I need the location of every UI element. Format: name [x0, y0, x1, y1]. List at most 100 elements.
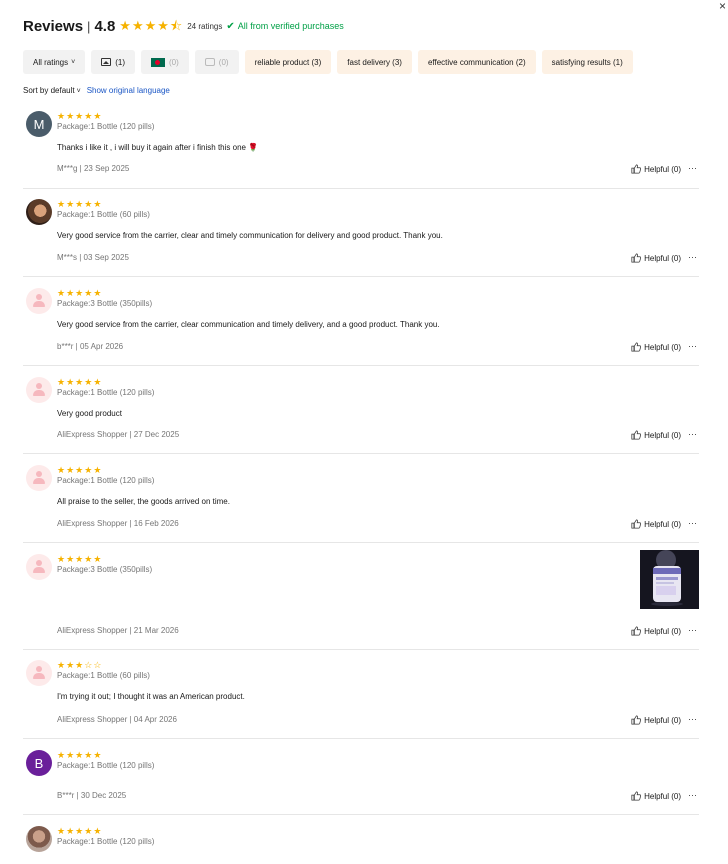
star-icon: ★ [75, 288, 84, 298]
tag-chip[interactable]: fast delivery (3) [337, 50, 412, 74]
product-bottle-photo [640, 550, 699, 609]
review-photo[interactable] [640, 550, 699, 609]
helpful-button[interactable]: Helpful (0) [631, 164, 681, 174]
review-meta: AliExpress Shopper | 04 Apr 2026 [57, 715, 177, 724]
star-icon: ★ [57, 554, 66, 564]
message-icon [204, 58, 215, 66]
helpful-button[interactable]: Helpful (0) [631, 626, 681, 636]
country-count: (0) [169, 57, 179, 67]
star-icon: ★ [57, 199, 66, 209]
helpful-count: Helpful (0) [644, 715, 681, 725]
star-icon: ★ [93, 377, 102, 387]
review-meta: AliExpress Shopper | 27 Dec 2025 [57, 430, 180, 439]
star-icon: ★ [93, 465, 102, 475]
rating-stars: ★ ★ ★ ☆ ☆ [57, 660, 102, 670]
bangladesh-flag-icon [151, 57, 165, 67]
review-meta: b***r | 05 Apr 2026 [57, 342, 124, 351]
tag-chip[interactable]: reliable product (3) [244, 50, 332, 74]
more-options-icon[interactable]: ··· [688, 163, 697, 173]
avatar: M [26, 111, 52, 137]
more-options-icon[interactable]: ··· [688, 518, 697, 528]
star-icon: ★ [84, 111, 93, 121]
close-icon[interactable]: × [719, 0, 726, 12]
star-icon: ★ [66, 288, 75, 298]
package-info: Package:3 Bottle (350pills) [57, 565, 153, 574]
star-icon: ★ [57, 111, 66, 121]
rating-stars: ★ ★ ★ ★ ★ [57, 750, 102, 760]
star-icon: ★ [93, 554, 102, 564]
review-meta: M***g | 23 Sep 2025 [57, 164, 130, 173]
star-icon: ★ [144, 18, 157, 33]
star-icon: ★ [84, 199, 93, 209]
sort-dropdown[interactable]: Sort by default ˅ [23, 86, 81, 95]
filter-with-comments[interactable]: (0) [194, 50, 239, 74]
more-options-icon[interactable]: ··· [688, 625, 697, 635]
star-icon: ★ [93, 826, 102, 836]
average-stars: ★ ★ ★ ★ ⯪ [119, 19, 183, 33]
tag-chip[interactable]: satisfying results (1) [541, 50, 633, 74]
star-icon: ★ [66, 554, 75, 564]
thumbs-up-icon [631, 342, 642, 352]
comments-count: (0) [218, 57, 229, 67]
empty-star-icon: ☆ [84, 660, 93, 670]
all-ratings-label: All ratings [33, 57, 69, 67]
review-text: All praise to the seller, the goods arri… [57, 497, 230, 506]
package-info: Package:1 Bottle (120 pills) [57, 837, 155, 846]
avatar [26, 826, 52, 852]
package-info: Package:1 Bottle (120 pills) [57, 388, 155, 397]
review-text: Very good service from the carrier, clea… [57, 320, 440, 329]
average-rating: 4.8 [94, 17, 116, 35]
all-ratings-dropdown[interactable]: All ratings ˅ [23, 50, 86, 74]
star-icon: ★ [93, 199, 102, 209]
rating-stars: ★ ★ ★ ★ ★ [57, 111, 102, 121]
default-avatar-icon [26, 660, 52, 686]
helpful-count: Helpful (0) [644, 519, 681, 529]
helpful-count: Helpful (0) [644, 253, 681, 263]
helpful-button[interactable]: Helpful (0) [631, 715, 681, 725]
default-avatar-icon [26, 288, 52, 314]
check-icon: ✔ [226, 20, 235, 32]
package-info: Package:1 Bottle (120 pills) [57, 761, 155, 770]
helpful-button[interactable]: Helpful (0) [631, 791, 681, 801]
images-count: (1) [115, 57, 125, 67]
star-icon: ★ [93, 111, 102, 121]
star-icon: ★ [66, 826, 75, 836]
ratings-count: 24 ratings [187, 21, 223, 31]
helpful-button[interactable]: Helpful (0) [631, 519, 681, 529]
star-icon: ★ [57, 826, 66, 836]
star-icon: ★ [75, 377, 84, 387]
helpful-count: Helpful (0) [644, 791, 681, 801]
verified-text: All from verified purchases [237, 21, 344, 31]
more-options-icon[interactable]: ··· [688, 341, 697, 351]
review-item: ★ ★ ★ ★ ★ Package:3 Bottle (350pills) AliExp… [23, 550, 699, 650]
helpful-count: Helpful (0) [644, 430, 681, 440]
review-item: ★ ★ ★ ★ ★ Package:1 Bottle (120 pills) [23, 826, 699, 864]
star-icon: ★ [157, 18, 169, 33]
more-options-icon[interactable]: ··· [688, 790, 697, 800]
tag-chip[interactable]: effective communication (2) [417, 50, 536, 74]
star-icon: ★ [84, 377, 93, 387]
star-icon: ★ [84, 750, 93, 760]
show-original-language-link[interactable]: Show original language [87, 86, 170, 95]
review-text: Very good product [57, 409, 122, 418]
star-icon: ★ [66, 111, 75, 121]
more-options-icon[interactable]: ··· [688, 714, 697, 724]
helpful-count: Helpful (0) [644, 626, 681, 636]
helpful-count: Helpful (0) [644, 164, 681, 174]
more-options-icon[interactable]: ··· [688, 429, 697, 439]
star-icon: ★ [93, 750, 102, 760]
star-icon: ★ [93, 288, 102, 298]
helpful-button[interactable]: Helpful (0) [631, 342, 681, 352]
helpful-button[interactable]: Helpful (0) [631, 430, 681, 440]
helpful-button[interactable]: Helpful (0) [631, 253, 681, 263]
rating-stars: ★ ★ ★ ★ ★ [57, 826, 102, 836]
default-avatar-icon [26, 377, 52, 403]
filter-with-images[interactable]: (1) [91, 50, 135, 74]
rating-stars: ★ ★ ★ ★ ★ [57, 554, 102, 564]
more-options-icon[interactable]: ··· [688, 252, 697, 262]
star-icon: ★ [84, 465, 93, 475]
review-item: ★ ★ ★ ★ ★ Package:1 Bottle (120 pills) Very … [23, 377, 699, 454]
star-icon: ★ [75, 111, 84, 121]
package-info: Package:1 Bottle (120 pills) [57, 122, 155, 131]
filter-country[interactable]: (0) [141, 50, 189, 74]
